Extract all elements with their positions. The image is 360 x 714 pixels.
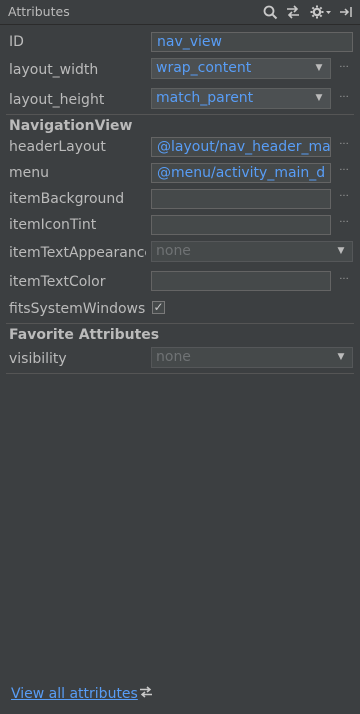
layout-height-value: match_parent xyxy=(156,90,254,106)
item-text-appearance-dropdown[interactable]: none ▼ xyxy=(151,241,353,262)
more-options-icon[interactable]: ··· xyxy=(338,92,350,103)
header-layout-label: headerLayout xyxy=(9,139,106,155)
hide-panel-icon[interactable] xyxy=(338,3,354,21)
chevron-down-icon: ▼ xyxy=(315,93,323,103)
layout-width-dropdown[interactable]: wrap_content ▼ xyxy=(151,58,331,79)
settings-gear-icon[interactable] xyxy=(309,3,333,21)
more-options-icon[interactable]: ··· xyxy=(338,139,350,150)
item-background-label: itemBackground xyxy=(9,191,125,207)
item-icon-tint-field[interactable] xyxy=(151,215,331,235)
more-options-icon[interactable]: ··· xyxy=(338,62,350,73)
visibility-label: visibility xyxy=(9,351,67,367)
fits-system-windows-label: fitsSystemWindows xyxy=(9,301,146,317)
attributes-panel: ID nav_view layout_width wrap_content ▼ … xyxy=(0,25,360,714)
chevron-down-icon: ▼ xyxy=(337,246,345,256)
menu-label: menu xyxy=(9,165,49,181)
swap-icon[interactable] xyxy=(284,3,302,21)
item-text-color-label: itemTextColor xyxy=(9,274,106,290)
swap-icon[interactable] xyxy=(139,686,153,702)
layout-width-value: wrap_content xyxy=(156,60,252,76)
more-options-icon[interactable]: ··· xyxy=(338,165,350,176)
item-text-appearance-value: none xyxy=(156,243,191,259)
chevron-down-icon: ▼ xyxy=(337,352,345,362)
item-background-field[interactable] xyxy=(151,189,331,209)
layout-height-label: layout_height xyxy=(9,92,105,108)
visibility-value: none xyxy=(156,349,191,365)
section-title-favorite-attributes: Favorite Attributes xyxy=(9,327,160,343)
id-field[interactable]: nav_view xyxy=(151,32,353,52)
divider xyxy=(6,323,354,324)
item-text-appearance-label: itemTextAppearance xyxy=(9,245,146,261)
visibility-dropdown[interactable]: none ▼ xyxy=(151,347,353,368)
item-text-color-field[interactable] xyxy=(151,271,331,291)
chevron-down-icon: ▼ xyxy=(315,63,323,73)
fits-system-windows-checkbox[interactable]: ✓ xyxy=(152,301,165,314)
layout-height-dropdown[interactable]: match_parent ▼ xyxy=(151,88,331,109)
menu-field[interactable]: @menu/activity_main_d xyxy=(151,163,331,183)
panel-title: Attributes xyxy=(8,4,70,19)
more-options-icon[interactable]: ··· xyxy=(338,217,350,228)
item-icon-tint-label: itemIconTint xyxy=(9,217,97,233)
id-label: ID xyxy=(9,34,24,50)
header-layout-field[interactable]: @layout/nav_header_ma xyxy=(151,137,331,157)
layout-width-label: layout_width xyxy=(9,62,99,78)
more-options-icon[interactable]: ··· xyxy=(338,191,350,202)
divider xyxy=(6,114,354,115)
view-all-attributes-link[interactable]: View all attributes xyxy=(11,686,138,702)
footer: View all attributes xyxy=(11,686,152,702)
attributes-panel-header: Attributes xyxy=(0,0,360,25)
search-icon[interactable] xyxy=(261,3,279,21)
more-options-icon[interactable]: ··· xyxy=(338,274,350,285)
divider xyxy=(6,373,354,374)
section-title-navigation-view: NavigationView xyxy=(9,118,133,134)
